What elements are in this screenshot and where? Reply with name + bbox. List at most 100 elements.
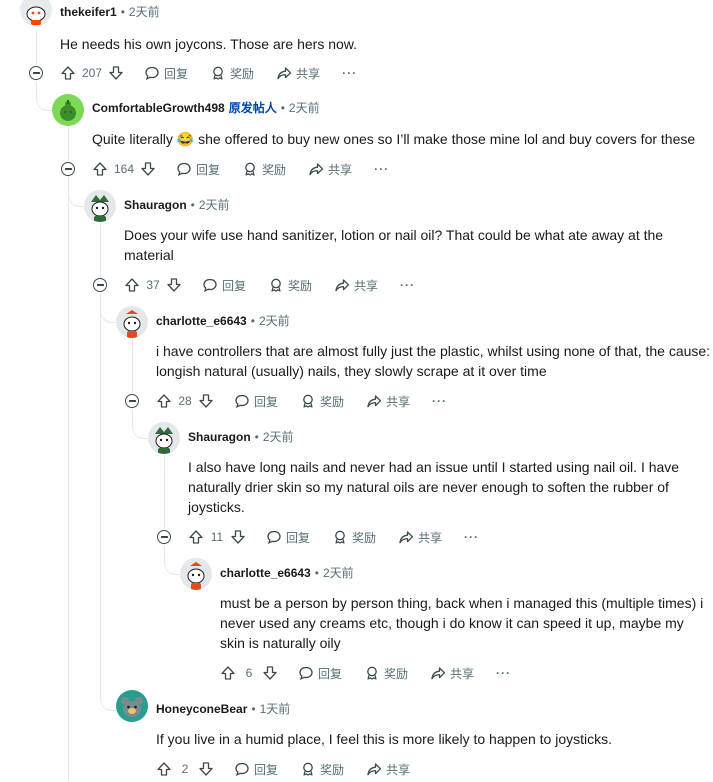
award-button[interactable]: 奖励: [268, 277, 312, 294]
upvote-button[interactable]: [156, 393, 172, 409]
more-options-button[interactable]: ···: [464, 530, 479, 544]
award-button[interactable]: 奖励: [364, 665, 408, 682]
share-button[interactable]: 共享: [308, 161, 352, 178]
collapse-minus-icon[interactable]: [93, 278, 107, 292]
thread-line: [68, 126, 69, 166]
author-name[interactable]: ComfortableGrowth498: [92, 101, 225, 115]
reply-button[interactable]: 回复: [266, 529, 310, 546]
share-button[interactable]: 共享: [366, 761, 410, 778]
avatar[interactable]: [84, 190, 116, 222]
award-label: 奖励: [288, 278, 313, 293]
avatar[interactable]: [52, 94, 84, 126]
award-button[interactable]: 奖励: [242, 161, 286, 178]
comment-actions: 6 回复 奖励 共享 ···: [220, 661, 511, 685]
author-name[interactable]: HoneyconeBear: [156, 702, 247, 716]
more-options-button[interactable]: ···: [400, 278, 415, 292]
comment-meta: charlotte_e6643 • 2天前: [156, 312, 290, 329]
arrow-up-icon: [221, 666, 235, 680]
author-name[interactable]: thekeifer1: [60, 5, 117, 19]
speech-bubble-icon: [235, 394, 249, 408]
reply-label: 回复: [318, 666, 343, 681]
arrow-up-icon: [93, 162, 107, 176]
arrow-down-icon: [199, 394, 213, 408]
author-name[interactable]: Shauragon: [188, 430, 251, 444]
award-button[interactable]: 奖励: [300, 393, 344, 410]
comment-meta: Shauragon • 2天前: [124, 196, 230, 213]
upvote-button[interactable]: [188, 529, 204, 545]
avatar[interactable]: [116, 690, 148, 722]
more-options-button[interactable]: ···: [432, 394, 447, 408]
share-label: 共享: [450, 666, 475, 681]
speech-bubble-icon: [267, 530, 281, 544]
reply-button[interactable]: 回复: [298, 665, 342, 682]
reply-button[interactable]: 回复: [234, 761, 278, 778]
reply-button[interactable]: 回复: [202, 277, 246, 294]
vote-count: 2: [181, 762, 189, 776]
avatar[interactable]: [116, 306, 148, 338]
share-label: 共享: [418, 530, 443, 545]
more-options-button[interactable]: ···: [496, 666, 511, 680]
upvote-button[interactable]: [124, 277, 140, 293]
reply-button[interactable]: 回复: [144, 65, 188, 82]
comment-body: I also have long nails and never had an …: [188, 459, 680, 515]
upvote-button[interactable]: [220, 665, 236, 681]
collapse-minus-icon[interactable]: [29, 66, 43, 80]
award-ribbon-icon: [303, 394, 313, 408]
timestamp: 2天前: [128, 5, 160, 19]
speech-bubble-icon: [203, 278, 217, 292]
author-name[interactable]: charlotte_e6643: [156, 314, 247, 328]
upvote-button[interactable]: [156, 761, 172, 777]
downvote-button[interactable]: [166, 277, 182, 293]
reply-button[interactable]: 回复: [234, 393, 278, 410]
avatar[interactable]: [180, 558, 212, 590]
comment-body: Quite literally 😂 she offered to buy new…: [92, 129, 707, 149]
downvote-button[interactable]: [108, 65, 124, 81]
author-name[interactable]: charlotte_e6643: [220, 566, 311, 580]
award-ribbon-icon: [367, 666, 377, 680]
collapse-minus-icon[interactable]: [157, 530, 171, 544]
collapse-minus-icon[interactable]: [61, 162, 75, 176]
award-ribbon-icon: [335, 530, 345, 544]
speech-bubble-icon: [177, 162, 191, 176]
downvote-button[interactable]: [198, 761, 214, 777]
separator-dot: •: [280, 100, 285, 115]
collapse-minus-icon[interactable]: [125, 394, 139, 408]
award-button[interactable]: 奖励: [332, 529, 376, 546]
arrow-down-icon: [231, 530, 245, 544]
avatar[interactable]: [148, 422, 180, 454]
downvote-button[interactable]: [140, 161, 156, 177]
downvote-button[interactable]: [262, 665, 278, 681]
avatar[interactable]: [20, 0, 52, 26]
thread-elbow: [36, 82, 53, 111]
reply-button[interactable]: 回复: [176, 161, 220, 178]
share-button[interactable]: 共享: [366, 393, 410, 410]
more-options-button[interactable]: ···: [342, 66, 357, 80]
share-button[interactable]: 共享: [276, 65, 320, 82]
share-button[interactable]: 共享: [334, 277, 378, 294]
share-arrow-icon: [399, 531, 414, 544]
upvote-button[interactable]: [92, 161, 108, 177]
share-button[interactable]: 共享: [398, 529, 442, 546]
author-name[interactable]: Shauragon: [124, 198, 187, 212]
award-button[interactable]: 奖励: [210, 65, 254, 82]
arrow-up-icon: [157, 762, 171, 776]
more-options-button[interactable]: ···: [374, 162, 389, 176]
thread-elbow: [68, 178, 85, 207]
arrow-up-icon: [189, 530, 203, 544]
award-button[interactable]: 奖励: [300, 761, 344, 778]
reply-label: 回复: [164, 66, 189, 81]
reply-label: 回复: [254, 394, 279, 409]
upvote-button[interactable]: [60, 65, 76, 81]
award-ribbon-icon: [213, 66, 223, 80]
arrow-up-icon: [125, 278, 139, 292]
award-label: 奖励: [230, 66, 255, 81]
downvote-button[interactable]: [198, 393, 214, 409]
downvote-button[interactable]: [230, 529, 246, 545]
thread-line: [132, 338, 133, 398]
comment-meta: ComfortableGrowth498 原发帖人 • 2天前: [92, 99, 320, 116]
share-arrow-icon: [431, 667, 446, 680]
timestamp: 2天前: [258, 314, 290, 328]
share-button[interactable]: 共享: [430, 665, 474, 682]
separator-dot: •: [190, 197, 195, 212]
speech-bubble-icon: [145, 66, 159, 80]
